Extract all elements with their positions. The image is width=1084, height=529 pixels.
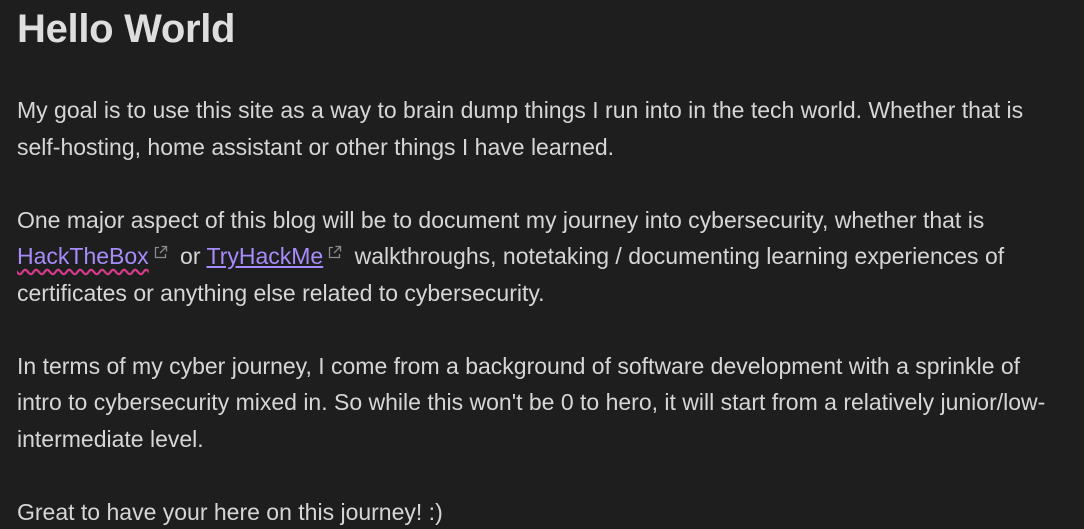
paragraph-text: One major aspect of this blog will be to…: [17, 206, 985, 233]
external-link-icon: [153, 245, 168, 260]
external-link-icon: [327, 245, 342, 260]
paragraph-text: or: [173, 243, 207, 269]
tryhackme-link[interactable]: TryHackMe: [207, 243, 324, 269]
paragraph-cybersecurity: One major aspect of this blog will be to…: [17, 202, 1066, 312]
paragraph-closing: Great to have your here on this journey!…: [17, 498, 443, 525]
paragraph-background: In terms of my cyber journey, I come fro…: [17, 352, 1046, 452]
hackthebox-link[interactable]: HackTheBox: [17, 243, 149, 269]
paragraph-intro: My goal is to use this site as a way to …: [17, 97, 1024, 160]
document-page: Hello World My goal is to use this site …: [0, 0, 1084, 529]
page-title: Hello World: [17, 7, 236, 51]
